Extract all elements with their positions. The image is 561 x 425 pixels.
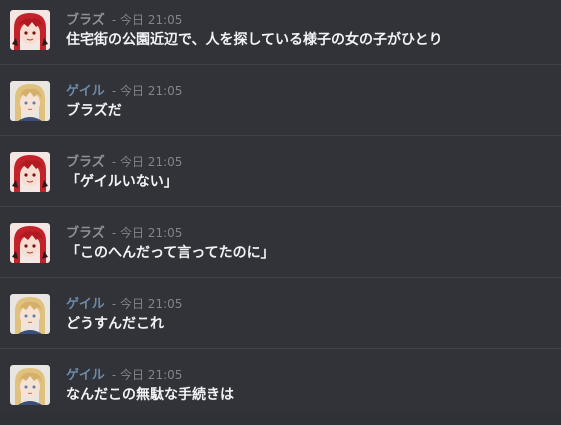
- message-text: 「このへんだって言ってたのに」: [66, 245, 275, 261]
- message-divider: [0, 64, 561, 65]
- message-header: ゲイル - 今日 21:05: [66, 294, 182, 312]
- message-header: ゲイル - 今日 21:05: [66, 365, 182, 383]
- message-header: ブラズ - 今日 21:05: [66, 223, 182, 241]
- message-timestamp: - 今日 21:05: [111, 13, 183, 27]
- message-header: ブラズ - 今日 21:05: [66, 152, 182, 170]
- chat-message[interactable]: ブラズ - 今日 21:05 住宅街の公園近辺で、人を探している様子の女の子がひ…: [0, 0, 561, 70]
- author-name[interactable]: ゲイル: [66, 297, 105, 312]
- message-text: なんだこの無駄な手続きは: [66, 387, 234, 403]
- message-header: ゲイル - 今日 21:05: [66, 81, 182, 99]
- author-name[interactable]: ゲイル: [66, 84, 105, 99]
- blonde-hair-character-avatar[interactable]: [10, 294, 50, 334]
- red-hair-character-avatar[interactable]: [10, 152, 50, 192]
- chat-message[interactable]: ゲイル - 今日 21:05 ブラズだ: [0, 71, 561, 141]
- author-name[interactable]: ブラズ: [66, 13, 105, 28]
- author-name[interactable]: ブラズ: [66, 226, 105, 241]
- chat-message[interactable]: ブラズ - 今日 21:05 「ゲイルいない」: [0, 142, 561, 212]
- message-timestamp: - 今日 21:05: [111, 297, 183, 311]
- message-divider: [0, 277, 561, 278]
- chat-message[interactable]: ゲイル - 今日 21:05 なんだこの無駄な手続きは: [0, 355, 561, 425]
- chat-message-list: ブラズ - 今日 21:05 住宅街の公園近辺で、人を探している様子の女の子がひ…: [0, 0, 561, 411]
- message-timestamp: - 今日 21:05: [111, 84, 183, 98]
- message-divider: [0, 135, 561, 136]
- author-name[interactable]: ゲイル: [66, 368, 105, 383]
- blonde-hair-character-avatar[interactable]: [10, 365, 50, 405]
- message-timestamp: - 今日 21:05: [111, 226, 183, 240]
- blonde-hair-character-avatar[interactable]: [10, 81, 50, 121]
- message-divider: [0, 348, 561, 349]
- chat-message[interactable]: ブラズ - 今日 21:05 「このへんだって言ってたのに」: [0, 213, 561, 283]
- message-header: ブラズ - 今日 21:05: [66, 10, 182, 28]
- message-timestamp: - 今日 21:05: [111, 368, 183, 382]
- author-name[interactable]: ブラズ: [66, 155, 105, 170]
- message-text: どうすんだこれ: [66, 316, 164, 332]
- message-text: ブラズだ: [66, 103, 122, 119]
- message-divider: [0, 206, 561, 207]
- chat-message[interactable]: ゲイル - 今日 21:05 どうすんだこれ: [0, 284, 561, 354]
- message-text: 住宅街の公園近辺で、人を探している様子の女の子がひとり: [66, 32, 443, 48]
- red-hair-character-avatar[interactable]: [10, 223, 50, 263]
- message-timestamp: - 今日 21:05: [111, 155, 183, 169]
- red-hair-character-avatar[interactable]: [10, 10, 50, 50]
- message-text: 「ゲイルいない」: [66, 174, 178, 190]
